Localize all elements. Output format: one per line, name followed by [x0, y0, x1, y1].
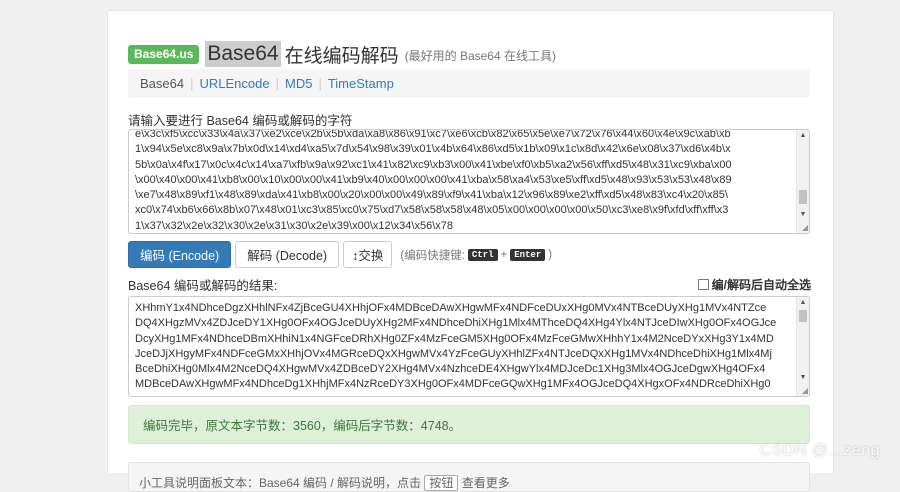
shortcut-hint-suffix: )	[548, 248, 553, 261]
nav-separator: |	[318, 76, 322, 91]
output-line: BceDhiXHg0Mlx4M2NceDQ4XHgwMVx4ZDBceDY2XH…	[135, 363, 766, 376]
output-textarea[interactable]: XHhmY1x4NDhceDgzXHhlNFx4ZjBceGU4XHhjOFx4…	[128, 296, 810, 397]
nav-item-md5[interactable]: MD5	[285, 76, 312, 91]
scroll-down-icon[interactable]: ▼	[797, 372, 809, 384]
scroll-up-icon[interactable]: ▲	[797, 130, 809, 142]
scroll-thumb[interactable]	[799, 190, 807, 204]
watermark: CSDN @...zeng	[759, 442, 880, 459]
page-title-highlight: Base64	[205, 41, 281, 67]
main-card: Base64.us Base64 在线编码解码 (最好用的 Base64 在线工…	[107, 10, 834, 492]
shortcut-hint: (编码快捷键: Ctrl + Enter )	[400, 247, 552, 263]
nav-item-urlencode[interactable]: URLEncode	[199, 76, 269, 91]
output-line: MDBceDAwXHgwMFx4NDhceDg1XHhjMFx4NzRceDY3…	[135, 378, 771, 391]
info-text: 小工具说明面板文本：Base64 编码 / 解码说明，点击	[139, 476, 422, 490]
output-line: DQ4XHgzMVx4ZDJceDY1XHg0OFx4OGJceDUyXHg2M…	[135, 317, 777, 330]
autoselect-label: 编/解码后自动全选	[711, 278, 811, 292]
action-buttons: 编码 (Encode) 解码 (Decode) ↕交换 (编码快捷键: Ctrl…	[128, 241, 552, 268]
output-line: JceDJjXHgyMFx4NDFceGMxXHhjOVx4MGRceDQxXH…	[135, 347, 772, 360]
input-line: 1\x37\x32\x2e\x32\x30\x2e\x31\x30\x2e\x3…	[135, 219, 453, 232]
info-panel: 小工具说明面板文本：Base64 编码 / 解码说明，点击 按钮 查看更多	[128, 462, 810, 492]
autoselect-checkbox[interactable]	[697, 279, 709, 290]
page-title: 在线编码解码	[284, 45, 399, 67]
shortcut-hint-prefix: (编码快捷键:	[400, 249, 465, 262]
info-inline-button[interactable]: 按钮	[424, 475, 459, 491]
nav-item-timestamp[interactable]: TimeStamp	[328, 76, 394, 91]
brand-badge[interactable]: Base64.us	[128, 44, 200, 64]
info-text-after: 查看更多	[461, 476, 510, 490]
input-textarea[interactable]: e\x3c\xf5\xcc\x33\x4a\x37\xe2\xce\x2b\x5…	[128, 129, 810, 234]
input-line: e\x3c\xf5\xcc\x33\x4a\x37\xe2\xce\x2b\x5…	[135, 129, 731, 140]
output-text: XHhmY1x4NDhceDgzXHhlNFx4ZjBceGU4XHhjOFx4…	[129, 297, 795, 396]
encode-button[interactable]: 编码 (Encode)	[128, 241, 232, 268]
scroll-down-icon[interactable]: ▼	[797, 209, 809, 221]
autoselect-toggle[interactable]: 编/解码后自动全选	[697, 276, 811, 293]
input-line: xc0\x74\xb6\x66\x8b\x07\x48\x01\xc3\x85\…	[135, 204, 729, 217]
tool-nav: Base64 | URLEncode | MD5 | TimeStamp	[128, 69, 810, 98]
resize-handle-icon[interactable]: ◢	[802, 386, 808, 395]
scroll-up-icon[interactable]: ▲	[797, 297, 809, 309]
input-line: \xe7\x48\x89\xf1\x48\x89\xda\x41\xb8\x00…	[135, 189, 728, 202]
nav-item-base64[interactable]: Base64	[140, 76, 184, 91]
scroll-thumb[interactable]	[799, 310, 807, 322]
input-label: 请输入要进行 Base64 编码或解码的字符	[128, 114, 353, 128]
input-line: \x00\x40\x00\x41\xb8\x00\x10\x00\x00\x41…	[135, 173, 732, 186]
input-scrollbar[interactable]: ▲ ▼	[796, 130, 809, 233]
input-text: e\x3c\xf5\xcc\x33\x4a\x37\xe2\xce\x2b\x5…	[129, 130, 795, 233]
output-line: DcyXHg1MFx4NDhceDBmXHhiN1x4NGFceDRhXHg0Z…	[135, 332, 774, 345]
plus-sign: +	[500, 248, 508, 261]
page-subtitle: (最好用的 Base64 在线工具)	[404, 49, 556, 63]
output-line: XHhmY1x4NDhceDgzXHhlNFx4ZjBceGU4XHhjOFx4…	[135, 302, 767, 314]
output-scrollbar[interactable]: ▲ ▼	[796, 297, 809, 396]
output-label: Base64 编码或解码的结果:	[128, 279, 278, 293]
page-header: Base64.us Base64 在线编码解码 (最好用的 Base64 在线工…	[128, 41, 556, 67]
status-alert: 编码完毕，原文本字节数：3560，编码后字节数：4748。	[128, 405, 810, 444]
ctrl-key: Ctrl	[467, 248, 498, 261]
swap-button[interactable]: ↕交换	[343, 241, 393, 268]
nav-separator: |	[190, 76, 194, 91]
enter-key: Enter	[510, 248, 546, 261]
input-line: 1\x94\x5e\xc8\x9a\x7b\x0d\x14\xd4\xa5\x7…	[135, 143, 731, 156]
input-line: 5b\x0a\x4f\x17\x0c\x4c\x14\xa7\xfb\x9a\x…	[135, 158, 732, 171]
decode-button[interactable]: 解码 (Decode)	[235, 241, 340, 268]
nav-separator: |	[275, 76, 279, 91]
resize-handle-icon[interactable]: ◢	[802, 223, 808, 232]
